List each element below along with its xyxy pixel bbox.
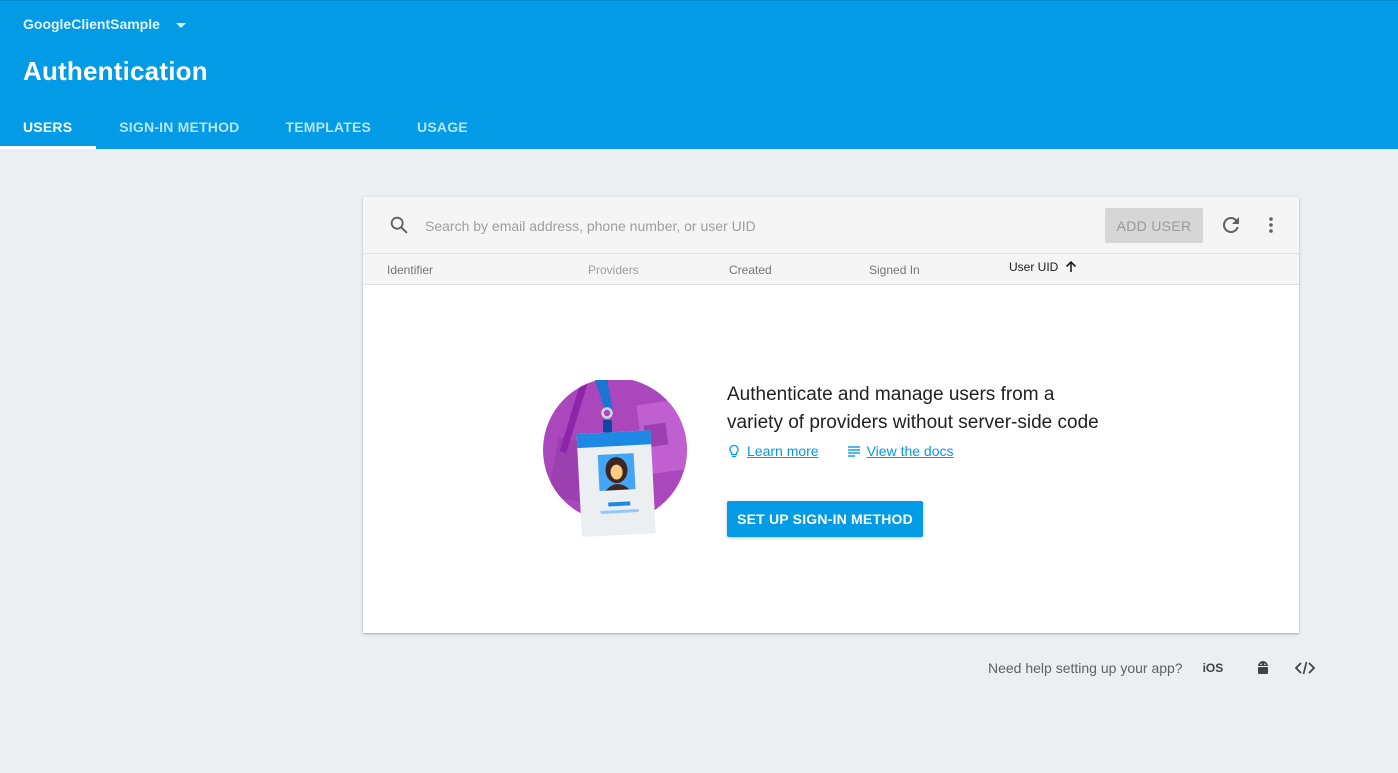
view-docs-label: View the docs: [866, 443, 954, 459]
headline-line-2: variety of providers without server-side…: [727, 412, 1099, 433]
project-selector[interactable]: GoogleClientSample: [23, 16, 186, 32]
help-footer: Need help setting up your app? iOS: [988, 660, 1316, 676]
column-identifier[interactable]: Identifier: [387, 263, 433, 277]
tab-sign-in-method[interactable]: SIGN-IN METHOD: [96, 104, 262, 149]
view-docs-link[interactable]: View the docs: [847, 443, 954, 459]
ios-icon[interactable]: iOS: [1203, 661, 1224, 675]
chevron-down-icon: [175, 22, 186, 28]
learn-more-label: Learn more: [747, 443, 819, 459]
help-links: Learn more View the docs: [727, 443, 954, 459]
column-user-uid-label: User UID: [1009, 260, 1059, 274]
add-user-button[interactable]: ADD USER: [1105, 208, 1203, 243]
docs-icon: [847, 446, 860, 457]
page-title: Authentication: [23, 56, 208, 86]
tab-usage[interactable]: USAGE: [394, 104, 491, 149]
help-text: Need help setting up your app?: [988, 660, 1183, 676]
search-icon: [390, 216, 408, 234]
more-vert-icon[interactable]: [1259, 213, 1283, 237]
column-created[interactable]: Created: [729, 263, 772, 277]
tab-bar: USERS SIGN-IN METHOD TEMPLATES USAGE: [0, 104, 491, 149]
web-code-icon[interactable]: [1295, 660, 1316, 676]
search-input[interactable]: [423, 213, 1067, 239]
tab-users[interactable]: USERS: [0, 104, 97, 149]
users-toolbar: ADD USER: [363, 197, 1299, 254]
column-signed-in[interactable]: Signed In: [869, 263, 920, 277]
android-icon[interactable]: [1253, 660, 1273, 676]
refresh-icon[interactable]: [1219, 213, 1243, 237]
tab-templates[interactable]: TEMPLATES: [262, 104, 394, 149]
column-providers: Providers: [588, 263, 639, 277]
set-up-sign-in-method-button[interactable]: SET UP SIGN-IN METHOD: [727, 501, 923, 537]
app-header: GoogleClientSample Authentication USERS …: [0, 0, 1398, 149]
column-user-uid[interactable]: User UID: [1009, 260, 1078, 274]
id-badge-illustration: [543, 380, 687, 537]
learn-more-link[interactable]: Learn more: [727, 443, 819, 459]
lightbulb-icon: [729, 444, 739, 458]
project-name: GoogleClientSample: [23, 16, 160, 32]
empty-state-headline: Authenticate and manage users from a var…: [727, 381, 1147, 437]
arrow-up-icon: [1066, 260, 1077, 272]
users-card: ADD USER Identifier Providers Created Si…: [363, 197, 1299, 633]
table-header: Identifier Providers Created Signed In U…: [363, 254, 1299, 285]
headline-line-1: Authenticate and manage users from a: [727, 384, 1055, 405]
